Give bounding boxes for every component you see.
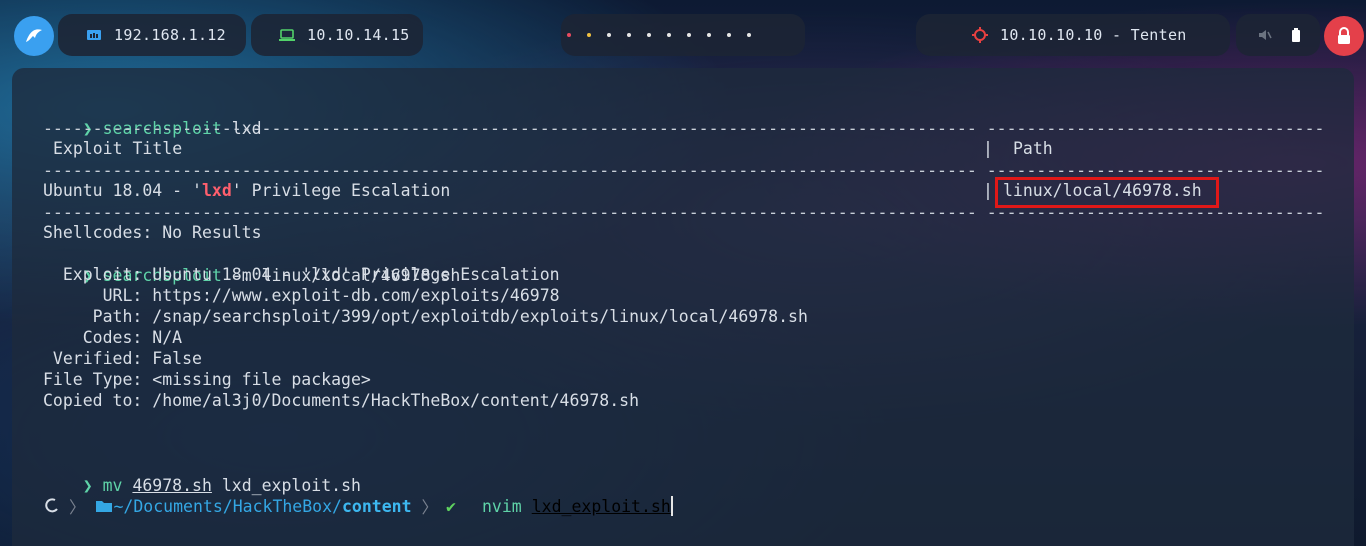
divider-left: ----------------------------------------…	[43, 119, 977, 138]
vpn-ip-text: 10.10.14.15	[307, 26, 410, 44]
table-header-sep: |	[983, 139, 993, 158]
workspaces-widget[interactable]	[561, 14, 805, 56]
debian-swirl-icon	[45, 498, 58, 513]
prompt-line: 〉 ~/Documents/HackTheBox/content 〉 ✔ nvi…	[43, 492, 673, 520]
workspace-dot[interactable]	[687, 33, 691, 37]
target-widget[interactable]: 10.10.10.10 - Tenten	[916, 14, 1230, 56]
workspace-dot[interactable]	[567, 33, 571, 37]
table-row: Ubuntu 18.04 - 'lxd' Privilege Escalatio…	[43, 180, 450, 202]
system-tray[interactable]	[1236, 14, 1320, 56]
workspace-dot[interactable]	[627, 33, 631, 37]
laptop-icon	[279, 29, 295, 41]
table-row-sep: |	[983, 181, 993, 200]
divider-right: ----------------------------------	[986, 203, 1325, 222]
local-ip-widget[interactable]: 192.168.1.12	[58, 14, 246, 56]
shellcodes-line: Shellcodes: No Results	[43, 223, 262, 242]
workspace-dot[interactable]	[727, 33, 731, 37]
info-line: Exploit: Ubuntu 18.04 - 'lxd' Privilege …	[43, 265, 560, 284]
workspace-dot[interactable]	[607, 33, 611, 37]
workspace-dot[interactable]	[587, 33, 591, 37]
command-line: ❯ searchsploit lxd	[43, 96, 262, 138]
info-line: Copied to: /home/al3j0/Documents/HackThe…	[43, 391, 640, 410]
lock-button[interactable]	[1324, 16, 1364, 56]
workspace-dot[interactable]	[667, 33, 671, 37]
workspace-dot[interactable]	[707, 33, 711, 37]
table-header-path: Path	[1013, 139, 1053, 158]
shark-logo-icon	[26, 29, 42, 42]
target-text: 10.10.10.10 - Tenten	[1000, 26, 1187, 44]
table-divider: ----------------------------------------…	[43, 118, 1324, 140]
divider-right: ----------------------------------	[986, 119, 1325, 138]
volume-muted-icon[interactable]	[1258, 28, 1272, 42]
workspace-dot[interactable]	[747, 33, 751, 37]
table-header-title: Exploit Title	[53, 139, 183, 158]
menu-logo-button[interactable]	[14, 16, 54, 56]
info-line: URL: https://www.exploit-db.com/exploits…	[43, 286, 560, 305]
lock-icon	[1338, 27, 1350, 44]
info-line: Codes: N/A	[43, 328, 183, 347]
separator-icon: 〉	[421, 498, 439, 517]
info-line: File Type: <missing file package>	[43, 370, 371, 389]
terminal-window[interactable]: ❯ searchsploit lxd ---------------------…	[12, 68, 1354, 546]
command-line: ❯ searchsploit -m linux/local/46978.sh	[43, 243, 461, 285]
check-icon: ✔	[446, 496, 456, 516]
row-title-pre: Ubuntu 18.04 - '	[43, 181, 202, 200]
text-cursor	[670, 496, 673, 516]
workspace-dot[interactable]	[647, 33, 651, 37]
workspace-dots	[561, 33, 751, 37]
prompt-dir-current: content	[341, 496, 412, 516]
info-line: Verified: False	[43, 349, 202, 368]
row-title-post: ' Privilege Escalation	[231, 181, 451, 200]
separator-icon: 〉	[69, 498, 86, 517]
divider-left: ----------------------------------------…	[43, 161, 977, 180]
vpn-ip-widget[interactable]: 10.10.14.15	[251, 14, 423, 56]
divider-left: ----------------------------------------…	[43, 203, 977, 222]
command-name: nvim	[481, 496, 522, 516]
network-icon	[87, 30, 101, 40]
prompt-dir-prefix: ~/Documents/HackTheBox/	[113, 496, 342, 516]
command-arg: lxd_exploit.sh	[531, 496, 671, 516]
table-divider: ----------------------------------------…	[43, 202, 1324, 224]
row-title-highlight: lxd	[201, 181, 232, 200]
info-line: Path: /snap/searchsploit/399/opt/exploit…	[43, 307, 808, 326]
battery-icon[interactable]	[1292, 28, 1300, 42]
command-line: ❯ mv 46978.sh lxd_exploit.sh	[43, 453, 361, 495]
folder-icon	[95, 501, 112, 512]
top-bar: 192.168.1.12 10.10.14.15 10.10.10.10 - T…	[0, 0, 1366, 70]
crosshair-icon	[972, 27, 988, 43]
local-ip-text: 192.168.1.12	[114, 26, 226, 44]
